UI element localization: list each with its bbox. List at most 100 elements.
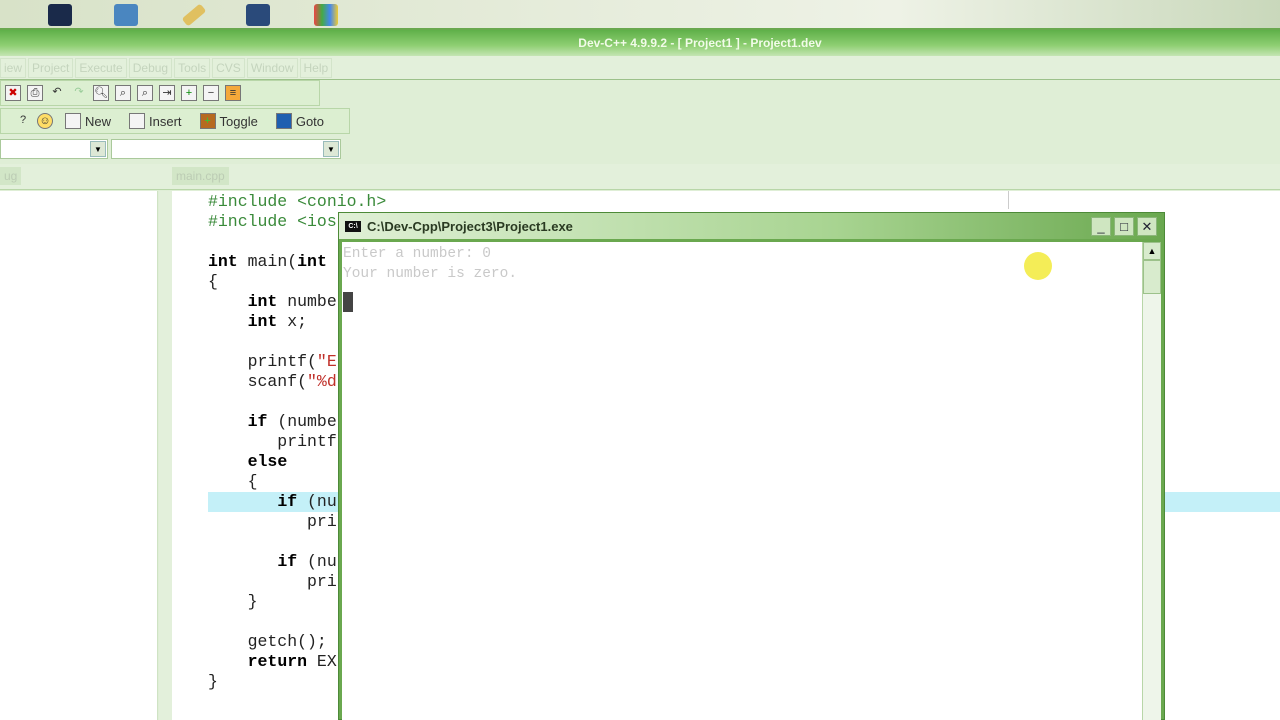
close-file-icon[interactable]: ✖	[5, 85, 21, 101]
insert-icon	[129, 113, 146, 129]
menu-bar: iew Project Execute Debug Tools CVS Window Help	[0, 56, 1280, 80]
replace-icon[interactable]: ⌕	[115, 85, 131, 101]
undo-icon[interactable]: ↶	[49, 85, 65, 101]
menu-item[interactable]: Help	[299, 57, 333, 78]
console-window[interactable]: C:\ C:\Dev-Cpp\Project3\Project1.exe _ □…	[338, 212, 1165, 720]
maximize-button[interactable]: □	[1114, 217, 1134, 236]
menu-item[interactable]: Debug	[128, 57, 173, 78]
minimize-button[interactable]: _	[1091, 217, 1111, 236]
about-icon[interactable]: ☺	[37, 113, 53, 129]
menu-item[interactable]: iew	[0, 57, 27, 78]
goto-line-icon[interactable]: ⇥	[159, 85, 175, 101]
help-icon[interactable]: ?	[15, 113, 31, 129]
goto-icon	[275, 113, 292, 129]
menu-item[interactable]: Tools	[174, 57, 211, 78]
app-shortcut-icon[interactable]	[114, 4, 138, 26]
console-line: Enter a number: 0	[343, 246, 491, 262]
mouse-click-indicator	[1024, 252, 1052, 280]
code-token: }	[208, 672, 218, 691]
code-token: int	[247, 312, 278, 331]
code-token: numbe	[277, 292, 337, 311]
close-button[interactable]: ✕	[1137, 217, 1157, 236]
code-token: x;	[277, 312, 308, 331]
tab-main-cpp[interactable]: main.cpp	[172, 167, 229, 185]
code-token: printf	[208, 432, 337, 451]
code-token: else	[247, 452, 288, 471]
console-title: C:\Dev-Cpp\Project3\Project1.exe	[367, 218, 573, 234]
code-token: if	[247, 412, 268, 431]
find-icon[interactable]: 🔍︎	[93, 85, 109, 101]
console-output: Enter a number: 0 Your number is zero.	[342, 242, 1142, 720]
insert-label: Insert	[149, 113, 182, 129]
console-line: Your number is zero.	[343, 266, 518, 282]
code-token: pri	[208, 512, 337, 531]
desktop-strip	[0, 0, 1280, 30]
code-token: int	[297, 252, 327, 271]
code-token: }	[208, 592, 258, 611]
code-token: getch();	[208, 632, 327, 651]
member-combo[interactable]: ▼	[111, 139, 341, 159]
code-token: main(	[237, 252, 298, 271]
redo-icon[interactable]: ↷	[71, 85, 87, 101]
tab-debug[interactable]: ug	[0, 167, 22, 185]
toggle-label: Toggle	[219, 113, 258, 129]
menu-item[interactable]: Execute	[75, 57, 127, 78]
code-token: (nu	[297, 492, 337, 511]
code-token: (numbe	[267, 412, 337, 431]
class-combo[interactable]: ▼	[0, 139, 108, 159]
console-scrollbar[interactable]: ▲	[1142, 242, 1161, 720]
class-browser-icon[interactable]: ≡	[225, 85, 241, 101]
code-token: "%d	[307, 372, 337, 391]
insert-button[interactable]: Insert	[123, 113, 188, 129]
code-token: printf(	[208, 352, 317, 371]
menu-item[interactable]: Project	[28, 57, 74, 78]
scroll-thumb[interactable]	[1143, 260, 1161, 294]
find-next-icon[interactable]: ⌕	[137, 85, 153, 101]
code-token: scanf(	[208, 372, 308, 391]
window-title: Dev-C++ 4.9.9.2 - [ Project1 ] - Project…	[0, 30, 1280, 56]
tab-bar: ug main.cpp	[0, 164, 1280, 190]
code-token: #include <ios	[208, 212, 337, 231]
hd-icon[interactable]	[246, 4, 270, 26]
chevron-down-icon[interactable]: ▼	[323, 141, 339, 157]
code-token: {	[208, 472, 258, 491]
new-button[interactable]: New	[59, 113, 117, 129]
main-toolbar: ✖ ⎙ ↶ ↷ 🔍︎ ⌕ ⌕ ⇥ + − ≡	[0, 80, 320, 106]
project-panel	[0, 191, 158, 720]
menu-item[interactable]: CVS	[212, 57, 245, 78]
console-titlebar[interactable]: C:\ C:\Dev-Cpp\Project3\Project1.exe	[339, 213, 1164, 239]
right-margin-line	[1008, 191, 1009, 209]
goto-button[interactable]: Goto	[270, 113, 330, 129]
chevron-down-icon[interactable]: ▼	[90, 141, 106, 157]
scroll-up-icon[interactable]: ▲	[1143, 242, 1161, 260]
code-token: if	[277, 552, 298, 571]
add-to-project-icon[interactable]: +	[181, 85, 197, 101]
console-cursor	[343, 292, 353, 312]
windows-icon[interactable]	[314, 4, 338, 26]
remove-from-project-icon[interactable]: −	[203, 85, 219, 101]
ruler-icon[interactable]	[181, 3, 207, 27]
goto-label: Goto	[295, 113, 325, 129]
code-token: int	[208, 252, 238, 271]
code-token: pri	[208, 572, 337, 591]
code-token: #include <conio.h>	[208, 192, 387, 211]
code-token: "E	[316, 352, 337, 371]
code-token: EX	[307, 652, 337, 671]
code-token: (nu	[297, 552, 337, 571]
menu-item[interactable]: Window	[246, 57, 298, 78]
editor-gutter	[159, 191, 172, 720]
code-token: int	[247, 292, 278, 311]
print-icon[interactable]: ⎙	[27, 85, 43, 101]
code-line: #include <conio.h>	[208, 192, 1280, 212]
toggle-button[interactable]: + Toggle	[194, 113, 264, 129]
console-shortcut-icon[interactable]	[48, 4, 72, 26]
new-label: New	[85, 113, 112, 129]
code-token: if	[277, 492, 298, 511]
code-token: return	[247, 652, 308, 671]
